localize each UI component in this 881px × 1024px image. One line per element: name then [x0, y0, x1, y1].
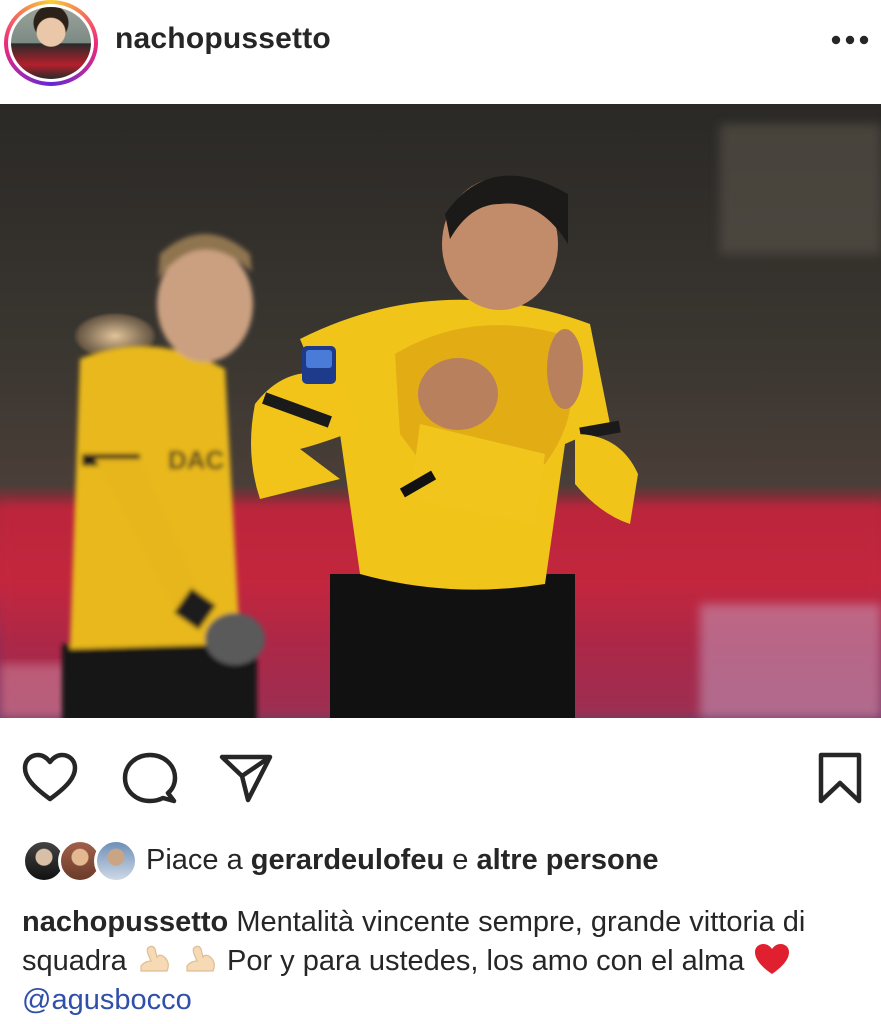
post-username[interactable]: nachopussetto [115, 22, 331, 56]
flexed-biceps-icon [186, 945, 215, 972]
more-options-icon [831, 35, 869, 45]
bookmark-icon [818, 752, 862, 804]
avatar[interactable] [8, 4, 94, 82]
svg-text:DAC: DAC [168, 445, 225, 475]
post-actions [0, 718, 881, 828]
likes-connector: e [452, 844, 469, 876]
comment-button[interactable] [120, 750, 180, 806]
flexed-biceps-icon [140, 945, 169, 972]
profile-avatar-ring[interactable] [4, 0, 98, 86]
heart-icon [22, 752, 78, 802]
likes-others-link[interactable]: altre persone [476, 844, 658, 876]
more-options-button[interactable] [828, 22, 872, 58]
red-heart-icon [754, 944, 789, 974]
caption-text-part2: Por y para ustedes, los amo con el alma [227, 945, 745, 977]
photo-illustration: DAC [0, 124, 881, 718]
likes-prefix: Piace a [146, 844, 243, 876]
caption-mention-link[interactable]: @agusbocco [22, 984, 192, 1016]
like-button[interactable] [20, 750, 80, 806]
paper-plane-icon [219, 754, 273, 803]
comment-bubble-icon [122, 752, 178, 804]
liker-username[interactable]: gerardeulofeu [251, 844, 444, 876]
save-button[interactable] [810, 750, 870, 806]
liker-avatars [22, 839, 138, 883]
post-header: nachopussetto [0, 0, 881, 104]
avatar [94, 839, 138, 883]
post-photo[interactable]: DAC [0, 104, 881, 718]
likes-text: Piace a gerardeulofeu e altre persone [146, 844, 659, 877]
likes-summary[interactable]: Piace a gerardeulofeu e altre persone [22, 836, 872, 888]
share-button[interactable] [216, 750, 276, 806]
post-caption: nachopussetto Mentalità vincente sempre,… [22, 903, 872, 1020]
caption-author[interactable]: nachopussetto [22, 906, 228, 938]
